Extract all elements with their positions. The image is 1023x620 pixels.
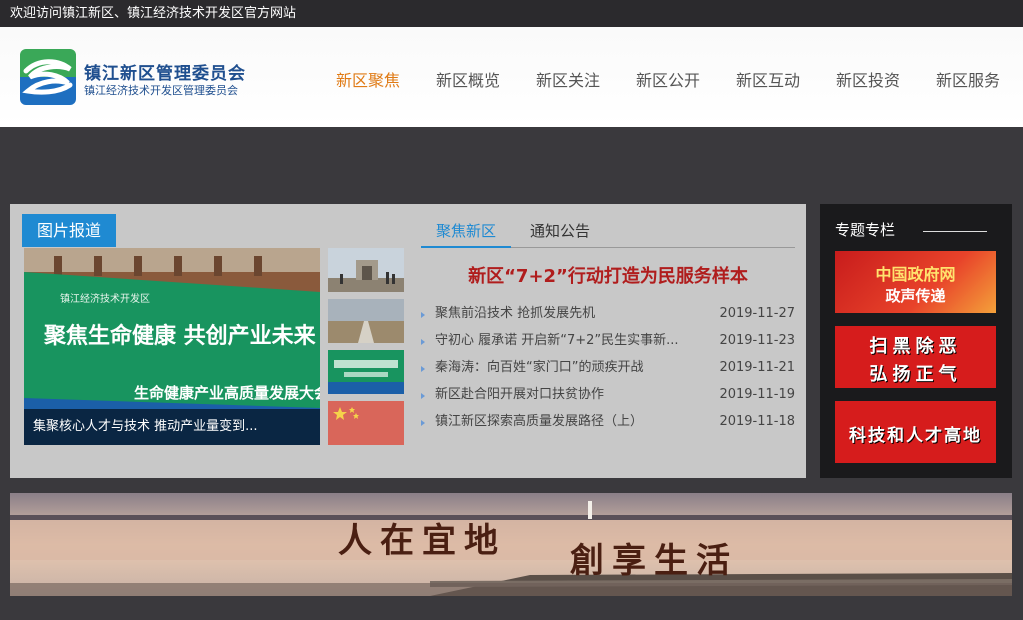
main-nav: 新区聚焦 新区概览 新区关注 新区公开 新区互动 新区投资 新区服务: [318, 67, 1018, 91]
bullet-icon: [421, 393, 425, 399]
thumbnail-3-image: [328, 350, 404, 394]
bullet-icon: [421, 339, 425, 345]
news-date: 2019-11-19: [719, 387, 795, 402]
banner-slogan-1: 人在宜地: [338, 521, 506, 561]
news-title[interactable]: 新区赴合阳开展对口扶贫协作: [435, 381, 695, 408]
banner-slogan-2: 創享生活: [570, 541, 738, 581]
special-column-panel: 专题专栏 中国政府网 政声传递 扫黑除恶 弘扬正气 科技和人才高地: [820, 204, 1012, 478]
thumbnail-1-image: [328, 248, 404, 292]
banner-lake-image: [10, 493, 1012, 596]
main-photo-sign-line1: 聚焦生命健康 共创产业未来: [44, 324, 316, 349]
thumbnail-2-image: [328, 299, 404, 343]
photo-report-label: 图片报道: [22, 214, 116, 247]
news-list: 聚焦前沿技术 抢抓发展先机 2019-11-27 守初心 履承诺 开启新“7+2…: [421, 300, 795, 435]
thumbnail-3[interactable]: [328, 350, 404, 394]
news-date: 2019-11-23: [719, 333, 795, 348]
nav-item-overview[interactable]: 新区概览: [418, 67, 518, 91]
special-banner-gov-portal[interactable]: 中国政府网 政声传递: [835, 251, 996, 313]
special-banner-1-line1: 中国政府网: [875, 265, 956, 284]
site-header: 镇江新区管理委员会 镇江经济技术开发区管理委员会 新区聚焦 新区概览 新区关注 …: [0, 27, 1023, 127]
tab-notices[interactable]: 通知公告: [530, 216, 590, 248]
news-date: 2019-11-21: [719, 360, 795, 375]
news-title[interactable]: 秦海涛：向百姓“家门口”的顽疾开战: [435, 354, 695, 381]
news-title[interactable]: 聚焦前沿技术 抢抓发展先机: [435, 300, 695, 327]
logo-subtitle: 镇江经济技术开发区管理委员会: [84, 84, 238, 97]
nav-item-service[interactable]: 新区服务: [918, 67, 1018, 91]
thumbnail-2[interactable]: [328, 299, 404, 343]
bullet-icon: [421, 312, 425, 318]
special-banner-anti-crime[interactable]: 扫黑除恶 弘扬正气: [835, 326, 996, 388]
bullet-icon: [421, 420, 425, 426]
list-item[interactable]: 镇江新区探索高质量发展路径（上） 2019-11-18: [421, 408, 795, 435]
list-item[interactable]: 守初心 履承诺 开启新“7+2”民生实事新... 2019-11-23: [421, 327, 795, 354]
news-tabs: 聚焦新区 通知公告: [421, 216, 795, 248]
news-date: 2019-11-18: [719, 414, 795, 429]
slogan-banner[interactable]: 人在宜地 創享生活: [10, 493, 1012, 596]
news-panel: 图片报道 镇江经济技术开发区 聚焦生命健康 共创产业未来 生命健康产业高质量发展…: [10, 204, 806, 478]
bullet-icon: [421, 366, 425, 372]
special-column-title: 专题专栏: [835, 221, 896, 239]
main-photo-sign-org: 镇江经济技术开发区: [60, 294, 150, 305]
main-photo-caption[interactable]: 集聚核心人才与技术 推动产业量变到...: [24, 409, 320, 445]
list-item[interactable]: 秦海涛：向百姓“家门口”的顽疾开战 2019-11-21: [421, 354, 795, 381]
welcome-text: 欢迎访问镇江新区、镇江经济技术开发区官方网站: [10, 6, 297, 21]
welcome-bar: 欢迎访问镇江新区、镇江经济技术开发区官方网站: [0, 0, 1023, 27]
special-banner-tech-talent[interactable]: 科技和人才高地: [835, 401, 996, 463]
nav-item-investment[interactable]: 新区投资: [818, 67, 918, 91]
thumbnail-1[interactable]: [328, 248, 404, 292]
site-logo-icon[interactable]: [20, 49, 76, 105]
nav-item-attention[interactable]: 新区关注: [518, 67, 618, 91]
main-photo[interactable]: 镇江经济技术开发区 聚焦生命健康 共创产业未来 生命健康产业高质量发展大会 集聚…: [24, 248, 320, 445]
news-title[interactable]: 守初心 履承诺 开启新“7+2”民生实事新...: [435, 327, 695, 354]
thumbnail-4-image: [328, 401, 404, 445]
special-banner-3-line1: 科技和人才高地: [849, 426, 982, 446]
special-banner-2-line1: 扫黑除恶: [869, 336, 962, 357]
special-banner-1-line2: 政声传递: [885, 287, 946, 305]
news-title[interactable]: 镇江新区探索高质量发展路径（上）: [435, 408, 695, 435]
tab-focus-news[interactable]: 聚焦新区: [421, 216, 512, 248]
nav-item-focus[interactable]: 新区聚焦: [318, 67, 418, 91]
main-photo-sign-line2: 生命健康产业高质量发展大会: [134, 384, 320, 402]
special-banner-2-line2: 弘扬正气: [869, 364, 962, 385]
title-divider: [923, 231, 987, 232]
headline-link[interactable]: 新区“7+2”行动打造为民服务样本: [421, 262, 795, 288]
logo-title: 镇江新区管理委员会: [84, 64, 246, 84]
nav-item-interaction[interactable]: 新区互动: [718, 67, 818, 91]
thumbnail-4[interactable]: [328, 401, 404, 445]
news-date: 2019-11-27: [719, 306, 795, 321]
list-item[interactable]: 新区赴合阳开展对口扶贫协作 2019-11-19: [421, 381, 795, 408]
nav-item-public[interactable]: 新区公开: [618, 67, 718, 91]
list-item[interactable]: 聚焦前沿技术 抢抓发展先机 2019-11-27: [421, 300, 795, 327]
